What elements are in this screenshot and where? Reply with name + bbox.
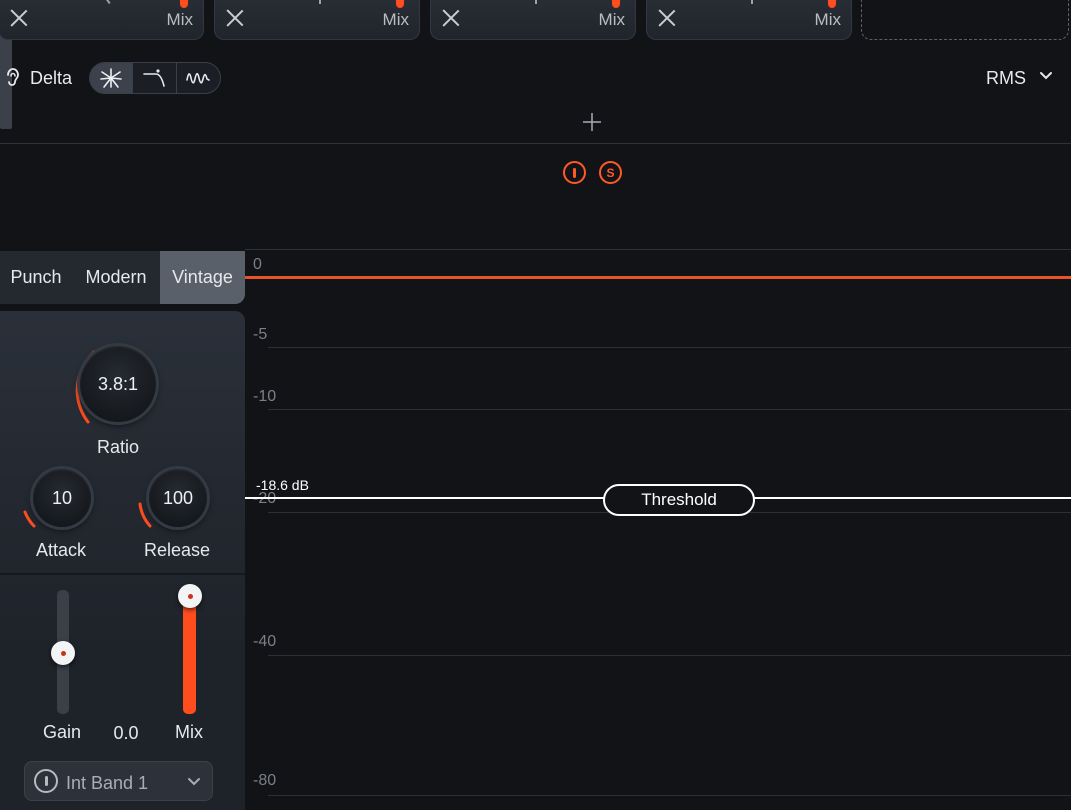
chevron-down-icon[interactable] (186, 774, 202, 790)
mix-fader-fill (183, 590, 196, 714)
module-strip: Mix Mix Mix Mix (0, 0, 1071, 44)
mode-transient-button[interactable] (90, 63, 134, 93)
close-icon[interactable] (441, 8, 461, 28)
mix-indicator (828, 0, 836, 8)
band-select[interactable]: Int Band 1 (24, 761, 213, 801)
graph-top-border (245, 249, 1071, 250)
ear-icon[interactable] (4, 66, 22, 90)
mix-indicator (396, 0, 404, 8)
tab-modern[interactable]: Modern (72, 251, 160, 304)
ratio-label: Ratio (96, 437, 140, 457)
compressor-style-tabs: Punch Modern Vintage (0, 251, 245, 304)
mix-label: Mix (175, 722, 203, 742)
starburst-icon (100, 68, 122, 88)
module-glyph-icon (105, 0, 111, 5)
release-label: Release (143, 540, 211, 560)
curve-icon (142, 69, 165, 87)
attack-label: Attack (35, 540, 87, 560)
grid-line (268, 795, 1071, 796)
mix-label: Mix (598, 10, 625, 29)
mix-label: Mix (814, 10, 841, 29)
band-bypass-button[interactable] (563, 161, 586, 184)
gain-fader-handle[interactable] (51, 641, 75, 665)
ratio-value: 3.8:1 (80, 346, 156, 422)
band-solo-button[interactable]: S (599, 161, 622, 184)
tick-label: -10 (253, 388, 277, 405)
tick-label: -5 (253, 326, 268, 343)
panel-separator (0, 573, 245, 575)
module-glyph-icon (319, 0, 321, 4)
mix-label: Mix (166, 10, 193, 29)
release-value: 100 (149, 469, 207, 527)
tick-label: -40 (253, 633, 277, 650)
wave-icon (186, 72, 211, 84)
section-divider (0, 143, 1071, 144)
add-module-slot[interactable] (861, 0, 1069, 40)
band-select-label: Int Band 1 (66, 773, 149, 793)
detection-mode-group (89, 62, 221, 94)
output-level-line (245, 276, 1071, 279)
mix-label: Mix (382, 10, 409, 29)
tick-label: -80 (253, 772, 277, 789)
close-icon[interactable] (225, 8, 245, 28)
delta-label[interactable]: Delta (30, 68, 72, 89)
attack-value: 10 (33, 469, 91, 527)
tick-label: 0 (253, 256, 262, 273)
module-glyph-icon (535, 0, 537, 4)
mode-curve-button[interactable] (133, 63, 177, 93)
grid-line (268, 409, 1071, 410)
release-knob[interactable]: 100 (136, 456, 220, 540)
detection-select[interactable]: RMS (986, 68, 1026, 89)
module-card-2[interactable]: Mix (214, 0, 420, 40)
grid-line (268, 655, 1071, 656)
attack-knob[interactable]: 10 (20, 456, 104, 540)
tab-punch[interactable]: Punch (0, 251, 72, 304)
threshold-handle[interactable]: Threshold (603, 484, 755, 516)
ratio-knob[interactable]: 3.8:1 (64, 330, 172, 438)
mix-indicator (180, 0, 188, 8)
module-card-4[interactable]: Mix (646, 0, 852, 40)
mix-fader-track[interactable] (183, 590, 196, 714)
module-glyph-icon (751, 0, 753, 4)
chevron-down-icon[interactable] (1038, 68, 1054, 84)
mix-indicator (612, 0, 620, 8)
threshold-value: -18.6 dB (256, 477, 309, 493)
module-card-1[interactable]: Mix (0, 0, 204, 40)
grid-line (268, 347, 1071, 348)
close-icon[interactable] (657, 8, 677, 28)
power-icon[interactable] (34, 769, 58, 793)
module-card-3[interactable]: Mix (430, 0, 636, 40)
plus-icon[interactable] (582, 112, 602, 132)
tab-vintage[interactable]: Vintage (160, 251, 245, 304)
mix-fader-handle[interactable] (178, 584, 202, 608)
mode-wave-button[interactable] (177, 63, 220, 93)
close-icon[interactable] (9, 8, 29, 28)
